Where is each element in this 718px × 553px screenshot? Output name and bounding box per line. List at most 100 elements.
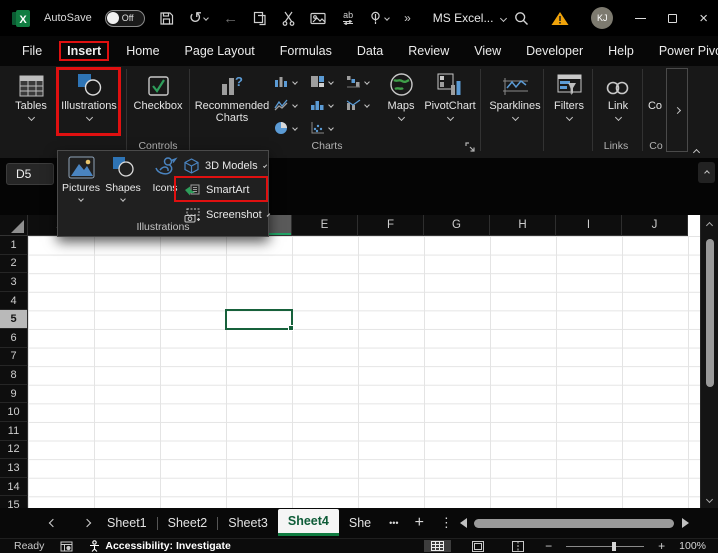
treemap-chart-icon[interactable] bbox=[310, 70, 346, 93]
touch-mode-icon[interactable] bbox=[369, 11, 389, 25]
column-header-j[interactable]: J bbox=[622, 215, 688, 236]
selected-cell[interactable] bbox=[225, 309, 293, 330]
new-sheet-button[interactable]: + bbox=[415, 514, 424, 532]
menu-tab-formulas[interactable]: Formulas bbox=[272, 41, 340, 61]
maximize-button[interactable] bbox=[668, 14, 677, 23]
zoom-slider-thumb[interactable] bbox=[612, 542, 616, 551]
row-header-14[interactable]: 14 bbox=[0, 478, 28, 497]
page-layout-view-button[interactable] bbox=[465, 540, 491, 553]
pictures-button[interactable]: Pictures bbox=[61, 156, 101, 201]
row-header-15[interactable]: 15 bbox=[0, 496, 28, 508]
row-header-2[interactable]: 2 bbox=[0, 255, 28, 274]
page-break-view-button[interactable] bbox=[505, 540, 531, 553]
macro-record-icon[interactable] bbox=[60, 541, 73, 552]
previous-sheet-icon[interactable] bbox=[49, 519, 57, 527]
column-chart-icon[interactable] bbox=[274, 70, 310, 93]
line-chart-icon[interactable] bbox=[274, 93, 310, 116]
comments-ribbon-button[interactable]: Co bbox=[644, 69, 666, 139]
menu-tab-home[interactable]: Home bbox=[118, 41, 167, 61]
pie-chart-icon[interactable] bbox=[274, 116, 310, 139]
icons-button[interactable]: Icons bbox=[145, 156, 185, 194]
row-header-6[interactable]: 6 bbox=[0, 329, 28, 348]
minimize-button[interactable] bbox=[635, 18, 646, 19]
window-title[interactable]: MS Excel... bbox=[433, 11, 507, 25]
menu-tab-developer[interactable]: Developer bbox=[518, 41, 591, 61]
zoom-in-button[interactable]: + bbox=[658, 540, 665, 552]
menu-tab-file[interactable]: File bbox=[14, 41, 50, 61]
zoom-level[interactable]: 100% bbox=[679, 540, 706, 552]
menu-tab-view[interactable]: View bbox=[466, 41, 509, 61]
undo-icon[interactable]: ↺ bbox=[189, 8, 208, 28]
name-box[interactable]: D5 bbox=[6, 163, 54, 185]
menu-tab-review[interactable]: Review bbox=[400, 41, 457, 61]
horizontal-scroll-thumb[interactable] bbox=[474, 519, 674, 528]
search-icon[interactable] bbox=[514, 11, 529, 26]
scroll-down-icon[interactable] bbox=[706, 496, 713, 503]
row-header-4[interactable]: 4 bbox=[0, 292, 28, 311]
row-header-8[interactable]: 8 bbox=[0, 366, 28, 385]
menu-tab-page-layout[interactable]: Page Layout bbox=[177, 41, 263, 61]
illustrations-button[interactable]: Illustrations bbox=[60, 69, 118, 139]
sheet-tab-she[interactable]: She bbox=[339, 508, 381, 538]
autosave-toggle[interactable]: Off bbox=[105, 10, 145, 27]
save-icon[interactable] bbox=[159, 11, 174, 26]
column-header-i[interactable]: I bbox=[556, 215, 622, 236]
row-header-5[interactable]: 5 bbox=[0, 310, 28, 329]
pivotchart-button[interactable]: PivotChart bbox=[422, 69, 478, 139]
zoom-out-button[interactable]: − bbox=[545, 540, 552, 552]
next-sheet-icon[interactable] bbox=[83, 519, 91, 527]
sheet-tab-sheet4[interactable]: Sheet4 bbox=[278, 509, 339, 536]
sheet-tab-sheet1[interactable]: Sheet1 bbox=[97, 508, 157, 538]
column-header-g[interactable]: G bbox=[424, 215, 490, 236]
horizontal-scrollbar[interactable] bbox=[474, 519, 674, 528]
shapes-button[interactable]: Shapes bbox=[103, 156, 143, 201]
more-sheets-icon[interactable]: ••• bbox=[389, 518, 398, 528]
share-picture-icon[interactable] bbox=[310, 12, 327, 25]
row-header-1[interactable]: 1 bbox=[0, 236, 28, 255]
scatter-chart-icon[interactable] bbox=[310, 116, 346, 139]
dialog-launcher-icon[interactable] bbox=[465, 142, 475, 152]
3d-models-item[interactable]: 3D Models bbox=[184, 156, 266, 176]
smartart-item[interactable]: SmartArt bbox=[184, 180, 266, 200]
row-header-3[interactable]: 3 bbox=[0, 273, 28, 292]
row-header-13[interactable]: 13 bbox=[0, 459, 28, 478]
column-header-f[interactable]: F bbox=[358, 215, 424, 236]
menu-tab-data[interactable]: Data bbox=[349, 41, 391, 61]
sparklines-button[interactable]: Sparklines bbox=[486, 69, 544, 139]
hscroll-right-icon[interactable] bbox=[682, 518, 689, 528]
vertical-scroll-thumb[interactable] bbox=[706, 239, 714, 387]
accessibility-status[interactable]: Accessibility: Investigate bbox=[89, 540, 230, 552]
select-all-corner[interactable] bbox=[0, 215, 28, 236]
overflow-icon[interactable]: » bbox=[404, 11, 411, 25]
warning-icon[interactable] bbox=[551, 11, 569, 26]
histogram-chart-icon[interactable] bbox=[310, 93, 346, 116]
menu-tab-power-pivot[interactable]: Power Pivot bbox=[651, 41, 718, 61]
row-header-12[interactable]: 12 bbox=[0, 441, 28, 460]
row-header-10[interactable]: 10 bbox=[0, 403, 28, 422]
filters-button[interactable]: Filters bbox=[546, 69, 592, 139]
cut-icon[interactable] bbox=[282, 11, 295, 26]
scroll-up-icon[interactable] bbox=[706, 222, 713, 229]
row-header-9[interactable]: 9 bbox=[0, 385, 28, 404]
formula-bar-collapse-button[interactable] bbox=[698, 162, 715, 183]
sheet-tab-sheet2[interactable]: Sheet2 bbox=[158, 508, 218, 538]
normal-view-button[interactable] bbox=[424, 540, 451, 552]
close-button[interactable]: × bbox=[699, 11, 708, 26]
column-header-e[interactable]: E bbox=[292, 215, 358, 236]
menu-tab-insert[interactable]: Insert bbox=[59, 41, 109, 61]
fill-handle[interactable] bbox=[288, 325, 294, 331]
row-header-11[interactable]: 11 bbox=[0, 422, 28, 441]
link-button[interactable]: Link bbox=[598, 69, 638, 139]
sheet-tab-sheet3[interactable]: Sheet3 bbox=[218, 508, 278, 538]
column-header-h[interactable]: H bbox=[490, 215, 556, 236]
copy-icon[interactable] bbox=[253, 11, 267, 26]
hscroll-left-icon[interactable] bbox=[460, 518, 467, 528]
vertical-scrollbar[interactable] bbox=[700, 215, 718, 508]
ribbon-scroll-right-button[interactable] bbox=[666, 68, 688, 152]
checkbox-button[interactable]: Checkbox bbox=[130, 69, 186, 139]
tables-button[interactable]: Tables bbox=[6, 69, 56, 139]
combo-chart-icon[interactable] bbox=[346, 93, 382, 116]
recommended-charts-button[interactable]: ? Recommended Charts bbox=[193, 69, 271, 139]
maps-button[interactable]: Maps bbox=[378, 69, 424, 139]
zoom-slider[interactable] bbox=[566, 542, 644, 551]
